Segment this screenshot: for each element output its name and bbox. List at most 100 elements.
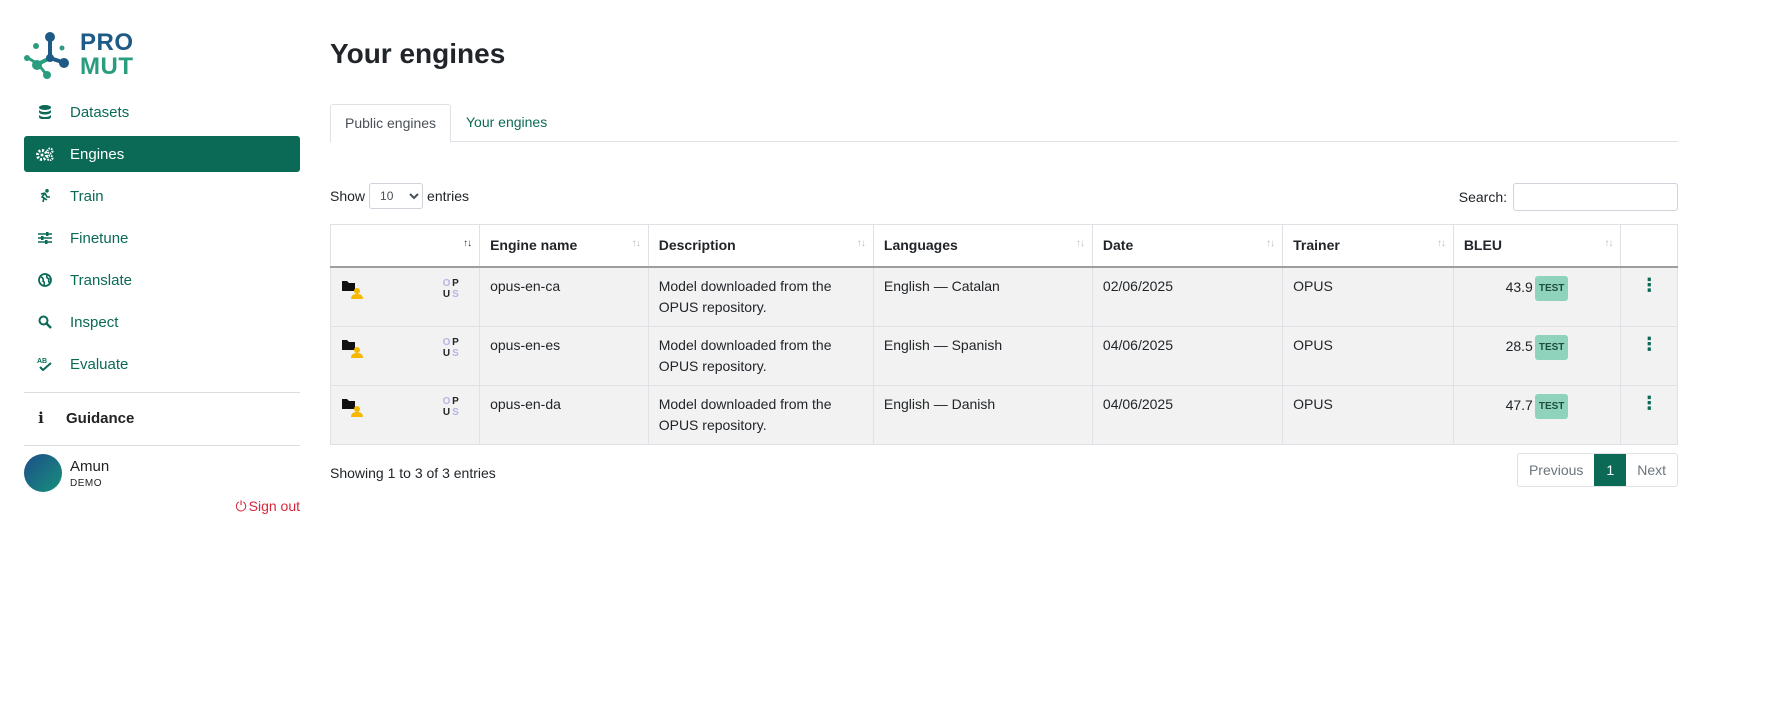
row-actions-menu[interactable]: ⋮ <box>1620 266 1678 327</box>
guidance-label: Guidance <box>66 409 135 427</box>
date-cell: 04/06/2025 <box>1091 384 1284 445</box>
table-header-row: ↑↓ Engine name ↑↓ Description ↑↓ Languages… <box>329 224 1678 268</box>
entries-label: entries <box>427 188 470 204</box>
sidebar-divider <box>24 445 300 446</box>
column-header-date[interactable]: Date ↑↓ <box>1091 224 1284 268</box>
sidebar-item-engines[interactable]: Engines <box>24 136 300 172</box>
sidebar-item-guidance[interactable]: i Guidance <box>24 401 300 435</box>
row-icons: OPUS <box>329 325 481 386</box>
molecule-logo-icon <box>24 32 69 79</box>
bleu-score: 43.9 <box>1505 278 1533 295</box>
user-name: Amun <box>70 457 110 475</box>
description-cell: Model downloaded from the OPUS repositor… <box>647 384 874 445</box>
engines-table: ↑↓ Engine name ↑↓ Description ↑↓ Languages… <box>329 224 1678 445</box>
search-label: Search: <box>1458 189 1507 205</box>
engine-name-cell: opus-en-es <box>479 325 649 386</box>
trainer-cell: OPUS <box>1282 266 1454 327</box>
next-page-button[interactable]: Next <box>1626 454 1677 486</box>
avatar <box>24 454 62 492</box>
header-label: Engine name <box>490 237 578 254</box>
user-profile[interactable]: Amun DEMO <box>24 454 300 492</box>
row-icons: OPUS <box>329 384 481 445</box>
column-header-icons[interactable]: ↑↓ <box>329 224 481 268</box>
column-header-engine-name[interactable]: Engine name ↑↓ <box>479 224 649 268</box>
row-icons: OPUS <box>329 266 481 327</box>
header-label: Languages <box>883 237 958 254</box>
spellcheck-icon: AB <box>36 355 54 373</box>
date-cell: 04/06/2025 <box>1091 325 1284 386</box>
gears-icon <box>36 145 54 163</box>
sidebar-item-label: Datasets <box>70 103 130 121</box>
sort-icon: ↑↓ <box>1604 238 1613 249</box>
kebab-menu-icon: ⋮ <box>1640 392 1659 413</box>
opus-logo-icon: OPUS <box>442 395 459 418</box>
header-label: BLEU <box>1463 237 1502 254</box>
sidebar-item-datasets[interactable]: Datasets <box>24 94 300 130</box>
row-actions-menu[interactable]: ⋮ <box>1620 325 1678 386</box>
globe-icon <box>36 271 54 289</box>
engine-tabs: Public engines Your engines <box>330 104 1678 143</box>
info-icon: i <box>38 409 44 427</box>
sort-icon: ↑↓ <box>631 238 641 249</box>
sidebar-item-translate[interactable]: Translate <box>24 262 300 298</box>
description-cell: Model downloaded from the OPUS repositor… <box>647 266 874 327</box>
page-1-button[interactable]: 1 <box>1594 454 1627 486</box>
row-actions-menu[interactable]: ⋮ <box>1620 384 1678 445</box>
column-header-actions <box>1620 224 1678 268</box>
logo-line1: PRO <box>80 29 134 56</box>
sidebar-item-label: Evaluate <box>70 355 129 373</box>
logo-line2: MUT <box>80 53 134 80</box>
logo-text: PRO MUT <box>80 31 134 79</box>
bleu-cell: 28.5 TEST <box>1452 325 1622 386</box>
test-badge: TEST <box>1534 393 1569 419</box>
sidebar-item-finetune[interactable]: Finetune <box>24 220 300 256</box>
opus-logo-icon: OPUS <box>442 336 459 359</box>
sidebar-item-train[interactable]: Train <box>24 178 300 214</box>
trainer-cell: OPUS <box>1282 325 1454 386</box>
header-label: Date <box>1102 237 1134 254</box>
search-input[interactable] <box>1513 183 1678 211</box>
test-badge: TEST <box>1534 334 1569 360</box>
sort-icon: ↑↓ <box>1075 238 1085 249</box>
previous-page-button[interactable]: Previous <box>1518 454 1594 486</box>
table-row[interactable]: OPUS opus-en-ca Model downloaded from th… <box>329 266 1678 327</box>
sliders-icon <box>36 229 54 247</box>
entries-length-control: Show 10 entries <box>330 183 469 209</box>
column-header-trainer[interactable]: Trainer ↑↓ <box>1282 224 1454 268</box>
page-title: Your engines <box>330 38 506 69</box>
tab-public-engines[interactable]: Public engines <box>330 104 452 143</box>
table-row[interactable]: OPUS opus-en-da Model downloaded from th… <box>329 384 1678 445</box>
sidebar-item-label: Translate <box>70 271 132 289</box>
sidebar: PRO MUT Datasets Engines Train Finetune … <box>24 28 300 515</box>
bleu-score: 47.7 <box>1505 396 1533 413</box>
table-search: Search: <box>1459 183 1678 211</box>
pagination: Previous 1 Next <box>1516 453 1678 487</box>
folder-user-icon <box>342 280 363 299</box>
column-header-description[interactable]: Description ↑↓ <box>647 224 874 268</box>
languages-cell: English — Catalan <box>872 266 1093 327</box>
column-header-bleu[interactable]: BLEU ↑↓ <box>1452 224 1622 268</box>
opus-logo-icon: OPUS <box>442 277 459 300</box>
sign-out-link[interactable]: ⏻ Sign out <box>24 498 300 515</box>
header-label: Description <box>658 237 736 254</box>
entries-select[interactable]: 10 <box>369 183 424 209</box>
sort-icon: ↑↓ <box>1266 238 1275 249</box>
tab-your-engines[interactable]: Your engines <box>452 104 561 142</box>
engine-name-cell: opus-en-da <box>479 384 649 445</box>
database-icon <box>36 103 54 121</box>
date-cell: 02/06/2025 <box>1091 266 1284 327</box>
sidebar-item-evaluate[interactable]: AB Evaluate <box>24 346 300 382</box>
bleu-cell: 47.7 TEST <box>1452 384 1622 445</box>
svg-text:AB: AB <box>37 358 47 365</box>
sidebar-item-inspect[interactable]: Inspect <box>24 304 300 340</box>
column-header-languages[interactable]: Languages ↑↓ <box>872 224 1093 268</box>
user-role: DEMO <box>70 477 102 489</box>
power-icon: ⏻ <box>235 498 247 514</box>
table-info: Showing 1 to 3 of 3 entries <box>330 465 496 481</box>
sort-icon: ↑↓ <box>856 238 866 249</box>
app-logo[interactable]: PRO MUT <box>24 28 300 82</box>
sort-asc-icon: ↑↓ <box>463 238 472 249</box>
table-row[interactable]: OPUS opus-en-es Model downloaded from th… <box>329 325 1678 386</box>
description-cell: Model downloaded from the OPUS repositor… <box>647 325 874 386</box>
running-icon <box>36 187 54 205</box>
